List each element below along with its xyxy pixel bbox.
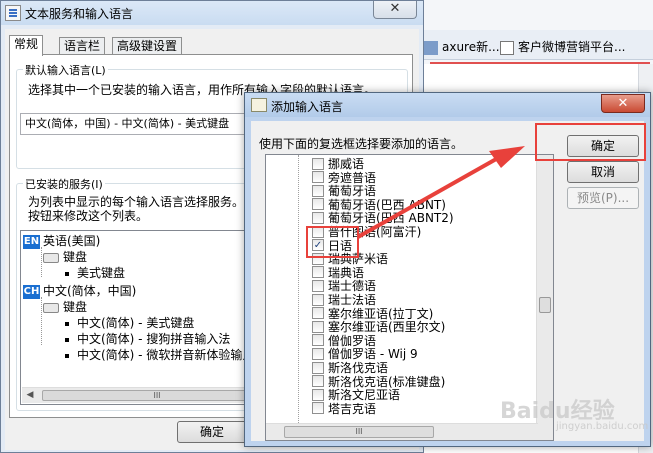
list-item[interactable]: 美式键盘 (61, 265, 125, 281)
checkbox[interactable] (312, 361, 324, 374)
close-icon: ✕ (617, 96, 629, 111)
checkbox[interactable] (312, 320, 324, 333)
close-button[interactable]: ✕ (373, 1, 417, 19)
tab-advanced-key-settings[interactable]: 高级键设置 (112, 37, 183, 55)
bullet-icon (65, 353, 69, 358)
checkbox[interactable] (312, 198, 324, 211)
tab-language-bar[interactable]: 语言栏 (59, 37, 106, 55)
tree-line (41, 247, 42, 277)
language-icon (251, 98, 267, 112)
highlight-box-ok-button (535, 123, 646, 161)
checkbox[interactable] (312, 184, 324, 197)
checkbox[interactable] (312, 266, 324, 279)
language-label: 葡萄牙语(巴西 ABNT) (328, 197, 446, 212)
tree-line (298, 155, 299, 425)
language-label: 葡萄牙语 (328, 184, 377, 199)
en-badge-icon: EN (23, 234, 40, 249)
watermark-url: jingyan.baidu.com (556, 421, 649, 432)
window-title: 文本服务和输入语言 (25, 7, 134, 21)
keyboard-icon (43, 252, 59, 263)
language-label: 瑞士法语 (328, 293, 377, 307)
page-icon (424, 40, 438, 55)
bullet-icon (65, 271, 69, 276)
tab-general[interactable]: 常规 (9, 35, 44, 56)
browser-tab-bar: axure新... 客户微博营销平台... (420, 30, 653, 60)
checkbox[interactable] (312, 171, 324, 184)
dialog-prompt: 使用下面的复选框选择要添加的语言。 (259, 137, 464, 151)
list-item[interactable]: CH 中文(简体，中国) (23, 283, 136, 299)
checkbox[interactable] (312, 279, 324, 292)
keyboard-settings-icon (5, 5, 21, 21)
highlight-box-japanese (306, 226, 359, 258)
list-item[interactable]: 中文(简体) - 搜狗拼音输入法 (61, 331, 230, 347)
language-label: 塞尔维亚语(西里尔文) (328, 320, 446, 335)
language-label: 瑞典语 (328, 265, 365, 280)
list-item[interactable]: 中文(简体) - 美式键盘 (61, 315, 194, 331)
installed-services-description: 按钮来修改这个列表。 (28, 209, 149, 223)
browser-tab[interactable]: 客户微博营销平台... (500, 36, 625, 58)
checkbox[interactable] (312, 293, 324, 306)
language-label: 挪威语 (328, 157, 365, 171)
language-label: 葡萄牙语(巴西 ABNT2) (328, 211, 454, 226)
checkbox[interactable] (312, 307, 324, 320)
checkbox[interactable] (312, 388, 324, 401)
language-label: 斯洛文尼亚语 (328, 388, 401, 403)
ch-badge-icon: CH (23, 284, 40, 299)
window-titlebar[interactable]: 文本服务和输入语言 ✕ (1, 1, 423, 25)
scroll-thumb[interactable]: III (284, 426, 434, 438)
scroll-thumb[interactable] (539, 297, 551, 313)
cancel-button[interactable]: 取消 (567, 161, 639, 183)
checkbox[interactable] (312, 211, 324, 224)
scroll-thumb[interactable]: III (42, 390, 272, 401)
horizontal-scrollbar[interactable]: III (266, 423, 538, 440)
language-label: 瑞士德语 (328, 279, 377, 294)
list-item[interactable]: 键盘 (43, 299, 87, 315)
ok-button[interactable]: 确定 (177, 421, 247, 443)
bullet-icon (65, 337, 69, 342)
language-label: 塞尔维亚语(拉丁文) (328, 306, 434, 321)
language-label: 塔吉克语 (328, 401, 377, 416)
keyboard-icon (43, 302, 59, 313)
tree-line (41, 297, 42, 345)
language-label: 僧伽罗语 (328, 333, 377, 348)
checkbox[interactable] (312, 375, 324, 388)
scroll-left-arrow-icon[interactable]: ◀ (22, 388, 38, 403)
checkbox[interactable] (312, 157, 324, 170)
bullet-icon (65, 321, 69, 326)
list-item[interactable]: EN 英语(美国) (23, 233, 100, 249)
dialog-titlebar[interactable]: 添加输入语言 ✕ (245, 93, 650, 117)
list-item[interactable]: 键盘 (43, 249, 87, 265)
group-title: 已安装的服务(I) (23, 176, 105, 192)
language-label: 旁遮普语 (328, 170, 377, 185)
dialog-title: 添加输入语言 (271, 100, 344, 114)
group-title: 默认输入语言(L) (23, 62, 108, 78)
checkbox[interactable] (312, 402, 324, 415)
language-label: 斯洛伐克语 (328, 361, 389, 375)
checkbox[interactable] (312, 347, 324, 360)
page-icon (500, 40, 514, 55)
preview-button: 预览(P)... (567, 187, 639, 209)
close-icon: ✕ (389, 1, 401, 16)
language-item[interactable]: 塔吉克语 (312, 402, 376, 417)
language-label: 斯洛伐克语(标准键盘) (328, 374, 446, 389)
language-label: 僧伽罗语 - Wij 9 (328, 347, 418, 362)
browser-tab[interactable]: axure新... (424, 36, 500, 58)
checkbox[interactable] (312, 334, 324, 347)
close-button[interactable]: ✕ (601, 94, 645, 113)
